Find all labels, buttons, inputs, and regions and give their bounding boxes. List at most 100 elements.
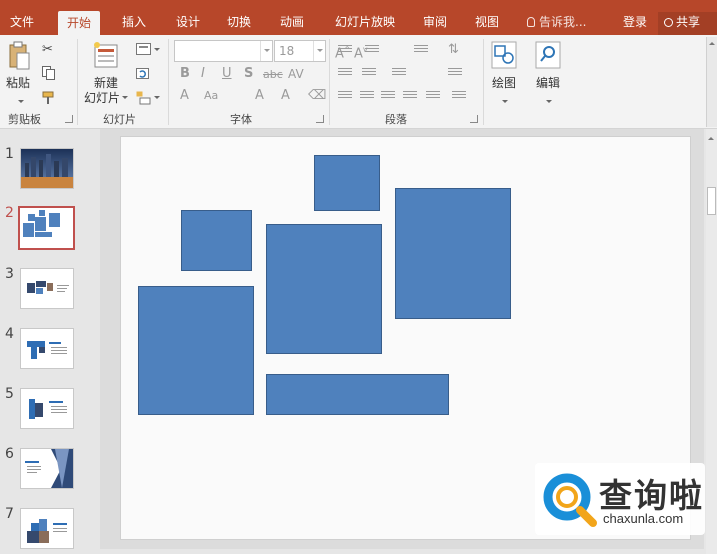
group-divider [77, 39, 78, 125]
new-slide-icon[interactable] [92, 40, 120, 70]
new-slide-label-2[interactable]: 幻灯片 [81, 91, 131, 106]
lightbulb-icon [527, 17, 535, 27]
slide-number: 4 [5, 326, 14, 342]
drawing-dropdown[interactable] [500, 95, 508, 109]
rectangle-shape[interactable] [138, 286, 254, 415]
numbering-icon[interactable] [365, 45, 379, 57]
shadow-button[interactable]: S [244, 66, 253, 82]
editing-label[interactable]: 编辑 [532, 76, 564, 91]
watermark: 查询啦 chaxunla.com [535, 463, 705, 535]
text-direction-icon[interactable]: ⇅ [448, 42, 459, 58]
tab-view[interactable]: 视图 [473, 12, 501, 35]
paragraph-launcher-icon[interactable] [470, 115, 478, 123]
slide-thumbnail-4[interactable] [20, 328, 74, 369]
slide-thumbnail-5[interactable] [20, 388, 74, 429]
justify-icon[interactable] [403, 91, 417, 103]
rectangle-shape[interactable] [266, 224, 382, 354]
bullets-icon[interactable] [338, 45, 352, 57]
align-left-icon[interactable] [338, 91, 352, 103]
section-icon[interactable] [136, 91, 160, 105]
chevron-up-icon [709, 39, 715, 45]
smartart-icon[interactable] [452, 91, 466, 103]
slide-thumbnail-7[interactable] [20, 508, 74, 549]
decrease-indent-icon[interactable] [338, 68, 352, 80]
slide-thumbnail-2[interactable] [18, 206, 75, 250]
chevron-down-icon[interactable] [313, 41, 325, 61]
columns-icon[interactable] [392, 68, 406, 80]
tab-file[interactable]: 文件 [8, 12, 36, 35]
tell-me-box[interactable]: 告诉我... [527, 12, 586, 33]
italic-button[interactable]: I [201, 66, 205, 82]
align-center-icon[interactable] [360, 91, 374, 103]
slide-thumbnail-1[interactable] [20, 148, 74, 189]
font-size-field[interactable]: 18 [274, 40, 326, 62]
increase-indent-icon[interactable] [362, 68, 376, 80]
share-button[interactable]: 共享 [658, 12, 717, 35]
paste-dropdown[interactable] [16, 95, 24, 109]
login-button[interactable]: 登录 [623, 12, 647, 33]
bold-button[interactable]: B [180, 66, 190, 82]
new-slide-label-2-text: 幻灯片 [83, 91, 120, 105]
underline-button[interactable]: U [222, 66, 232, 82]
tab-insert[interactable]: 插入 [120, 12, 148, 35]
vertical-scrollbar[interactable] [706, 129, 717, 554]
align-right-icon[interactable] [381, 91, 395, 103]
tab-review[interactable]: 审阅 [421, 12, 449, 35]
slide-thumbnail-3[interactable] [20, 268, 74, 309]
align-text-icon[interactable] [448, 68, 462, 80]
font-launcher-icon[interactable] [316, 115, 324, 123]
ribbon-home: 粘贴 ✂ 剪贴板 新建 幻灯片 幻灯片 18 A^ Av B I U S abc… [0, 35, 717, 129]
layout-blue-photo [27, 519, 67, 543]
slide-number: 7 [5, 506, 14, 522]
watermark-url: chaxunla.com [603, 511, 684, 526]
group-divider [329, 39, 330, 125]
city-night-photo [21, 149, 73, 188]
format-painter-icon[interactable] [42, 91, 58, 105]
rectangle-shape[interactable] [314, 155, 380, 211]
text-highlight-icon[interactable]: Aa [204, 88, 218, 104]
rectangle-shape[interactable] [266, 374, 449, 415]
char-spacing-button[interactable]: AV [288, 66, 304, 82]
clipboard-icon [9, 41, 30, 70]
cut-icon[interactable]: ✂ [42, 42, 53, 58]
paste-button[interactable] [8, 41, 30, 71]
paragraph-group-label: 段落 [385, 113, 407, 126]
user-icon [664, 18, 673, 27]
font-name-field[interactable] [174, 40, 273, 62]
tab-transitions[interactable]: 切换 [225, 12, 253, 35]
tab-home[interactable]: 开始 [58, 11, 100, 35]
font-color-icon[interactable]: A [255, 88, 264, 104]
layout-icon[interactable] [136, 43, 160, 55]
tab-slideshow[interactable]: 幻灯片放映 [332, 12, 398, 35]
scroll-up-icon[interactable] [708, 134, 714, 140]
slides-group-label: 幻灯片 [103, 113, 136, 126]
shapes-icon[interactable] [491, 41, 517, 69]
slide-number: 5 [5, 386, 14, 402]
distributed-icon[interactable] [426, 91, 440, 103]
change-case-icon[interactable]: A [180, 88, 189, 104]
tell-me-text: 告诉我... [539, 15, 587, 29]
chevron-down-icon[interactable] [260, 41, 272, 61]
reset-icon[interactable] [136, 66, 150, 80]
rectangle-shape[interactable] [395, 188, 511, 319]
slide-thumbnail-6[interactable] [20, 448, 74, 489]
notes-pane[interactable] [100, 549, 706, 554]
editing-dropdown[interactable] [544, 95, 552, 109]
line-spacing-icon[interactable] [414, 45, 428, 57]
clipboard-launcher-icon[interactable] [65, 115, 73, 123]
tab-design[interactable]: 设计 [174, 12, 202, 35]
watermark-title: 查询啦 [599, 476, 704, 515]
new-slide-label-1: 新建 [93, 76, 118, 90]
layout-photo-text [29, 399, 67, 419]
copy-icon[interactable] [42, 66, 56, 80]
clear-formatting-icon[interactable]: ⌫ [308, 88, 326, 104]
text-effects-icon[interactable]: A [281, 88, 290, 104]
drawing-label[interactable]: 绘图 [488, 76, 520, 91]
ribbon-scroll[interactable] [706, 37, 717, 127]
tab-animations[interactable]: 动画 [278, 12, 306, 35]
scrollbar-thumb[interactable] [707, 187, 716, 215]
strikethrough-button[interactable]: abc [263, 67, 283, 83]
rectangle-shape[interactable] [181, 210, 252, 271]
find-icon[interactable] [535, 41, 561, 69]
font-size-value: 18 [279, 44, 295, 58]
